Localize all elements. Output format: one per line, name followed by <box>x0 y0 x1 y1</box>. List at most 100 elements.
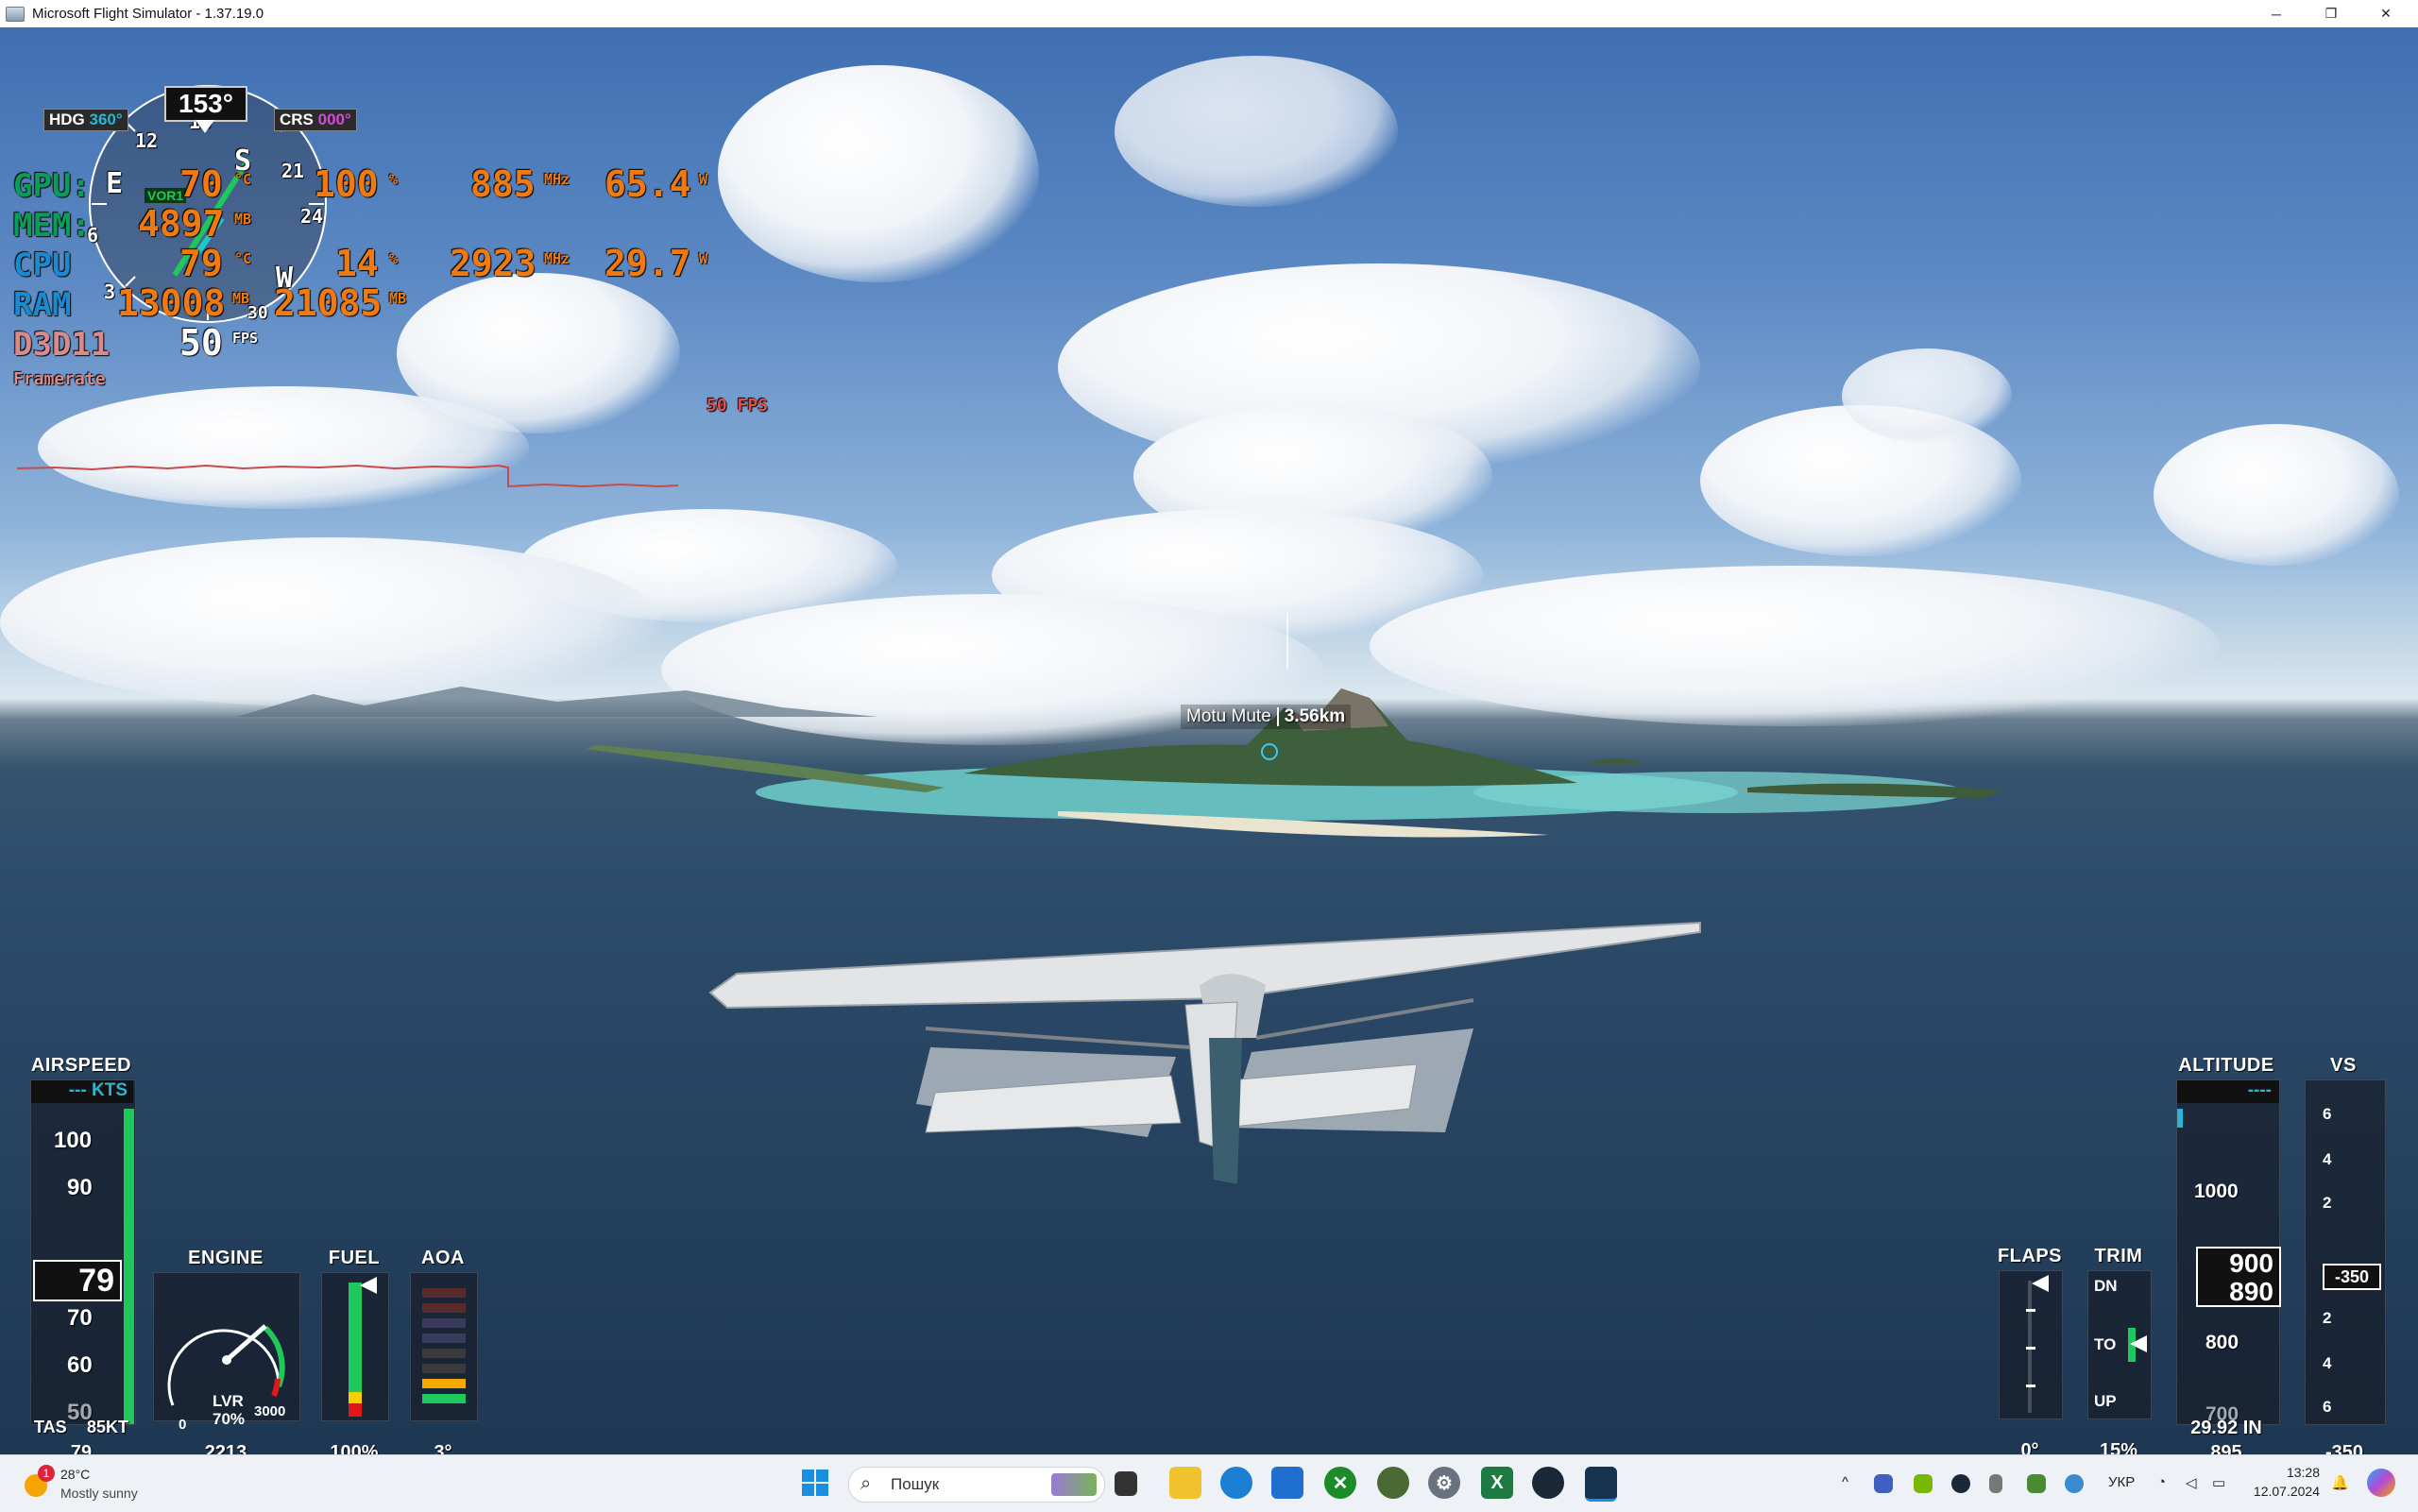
altitude-current-lo: 890 <box>2229 1277 2273 1306</box>
excel-icon[interactable]: X <box>1481 1467 1513 1499</box>
minimize-button[interactable]: ─ <box>2249 0 2304 27</box>
fuel-pointer <box>360 1277 377 1294</box>
aoa-value: 3° <box>434 1442 452 1454</box>
ram-unit: MB <box>232 290 250 307</box>
xbox-icon[interactable]: ✕ <box>1324 1467 1356 1499</box>
nvidia-icon[interactable] <box>1914 1474 1933 1493</box>
clock-time: 13:28 <box>2286 1465 2320 1480</box>
poi-pole <box>1286 613 1288 670</box>
altitude-tape: ---- 1000 800 700 900 890 <box>2176 1079 2281 1425</box>
title-bar: Microsoft Flight Simulator - 1.37.19.0 ─… <box>0 0 2418 27</box>
airspeed-bug: --- KTS <box>31 1080 133 1103</box>
fps-graph <box>17 464 678 488</box>
airspeed-value: 79 <box>70 1442 93 1454</box>
volume-icon[interactable]: ◁ <box>2186 1474 2197 1491</box>
fuel-gauge <box>321 1272 389 1421</box>
aoa-bar-green <box>422 1394 466 1403</box>
poi-distance: 3.56km <box>1284 706 1346 726</box>
ram-label: RAM <box>13 286 72 324</box>
notification-bell-icon[interactable]: 🔔 <box>2331 1474 2349 1491</box>
fuel-title: FUEL <box>328 1248 381 1268</box>
airplane <box>708 921 1701 1184</box>
store-icon[interactable] <box>1271 1467 1303 1499</box>
baro-setting: 29.92 IN <box>2190 1418 2262 1438</box>
island <box>586 688 2002 838</box>
cloud <box>1115 56 1398 207</box>
taskbar: 1 28°C Mostly sunny ⌕ Пошук ✕ ⚙ X ^ УКР … <box>0 1454 2418 1512</box>
hdg-value: 360° <box>89 110 123 128</box>
lvr-label: LVR <box>213 1392 244 1410</box>
compass-mark: E <box>106 167 124 200</box>
ram-value: 13008 <box>117 282 226 324</box>
close-button[interactable]: ✕ <box>2358 0 2413 27</box>
poi-name: Motu Mute <box>1186 706 1271 726</box>
tray-overflow-icon[interactable]: ^ <box>1842 1474 1848 1490</box>
cpu-temp: 79 <box>179 243 223 284</box>
trim-title: TRIM <box>2094 1246 2143 1266</box>
engine-title: ENGINE <box>188 1248 264 1268</box>
tas-value: 85KT <box>87 1418 129 1436</box>
tray-shield-icon[interactable] <box>2065 1474 2084 1493</box>
wifi-icon[interactable]: ◔ <box>2157 1474 2166 1490</box>
settings-gear-icon[interactable]: ⚙ <box>1428 1467 1460 1499</box>
game-app-icon[interactable] <box>1377 1467 1409 1499</box>
weather-widget[interactable]: 1 28°C Mostly sunny <box>21 1463 191 1504</box>
poi-marker[interactable]: Motu Mute 3.56km <box>1181 705 1352 729</box>
flight-simulator-icon[interactable] <box>1585 1467 1617 1502</box>
gpu-load: 100 <box>314 163 379 205</box>
language-indicator[interactable]: УКР <box>2108 1474 2135 1490</box>
clock-date: 12.07.2024 <box>2253 1484 2320 1499</box>
weather-badge: 1 <box>38 1465 55 1482</box>
ram-total: 21085 <box>274 282 383 324</box>
file-explorer-icon[interactable] <box>1169 1467 1201 1499</box>
weather-temp: 28°C <box>60 1467 91 1482</box>
steam-tray-icon[interactable] <box>1951 1474 1970 1493</box>
airspeed-tape: --- KTS 100 90 70 60 50 79 <box>30 1079 136 1425</box>
trim-dn-label: DN <box>2094 1277 2118 1295</box>
airspeed-title: AIRSPEED <box>30 1055 132 1076</box>
maximize-button[interactable]: ❐ <box>2304 0 2358 27</box>
crs-box: CRS 000° <box>274 109 357 131</box>
vs-tick-dn: 4 <box>2323 1354 2332 1372</box>
altitude-tick: 800 <box>2205 1332 2239 1353</box>
trim-value: 15% <box>2099 1440 2138 1454</box>
airspeed-current: 79 <box>33 1260 122 1301</box>
steam-icon[interactable] <box>1532 1467 1564 1499</box>
search-highlight-icon <box>1051 1473 1097 1496</box>
trim-up-label: UP <box>2094 1392 2117 1410</box>
simulator-viewport[interactable]: Motu Mute 3.56km 15 12 E 6 3 21 24 W 30 … <box>0 27 2418 1454</box>
trim-to-label: TO <box>2094 1335 2117 1353</box>
tray-game-icon[interactable] <box>2027 1474 2046 1493</box>
mem-unit: MB <box>234 211 252 228</box>
cloud <box>1842 348 2012 443</box>
airspeed-green-arc <box>124 1109 134 1424</box>
gpu-power: 65.4 <box>604 163 691 205</box>
usb-icon[interactable] <box>1989 1474 2002 1493</box>
cpu-load: 14 <box>335 243 379 284</box>
fps-graph-label: 50 FPS <box>707 396 769 416</box>
flaps-gauge <box>1999 1270 2063 1419</box>
altitude-value: 895 <box>2210 1442 2242 1454</box>
fuel-bar-red <box>349 1403 362 1417</box>
vs-tick-up: 4 <box>2323 1150 2332 1168</box>
copilot-icon[interactable] <box>2367 1469 2395 1497</box>
vs-value: -350 <box>2324 1442 2364 1454</box>
vs-title: VS <box>2330 1055 2357 1076</box>
trim-pointer <box>2130 1335 2147 1352</box>
heading-box: 153° <box>164 86 247 122</box>
cpu-clock: 2923 <box>450 243 536 284</box>
gpu-label: GPU: <box>13 167 91 205</box>
fuel-bar-green <box>349 1283 362 1392</box>
search-box[interactable]: ⌕ Пошук <box>848 1467 1105 1503</box>
engine-rpm: 2213 <box>204 1442 247 1454</box>
altitude-current-hi: 900 <box>2229 1249 2273 1278</box>
start-button[interactable] <box>799 1467 831 1499</box>
clock[interactable]: 13:28 12.07.2024 <box>2244 1463 2320 1501</box>
crs-value: 000° <box>317 110 351 128</box>
task-view-icon[interactable] <box>1115 1471 1137 1496</box>
altitude-title: ALTITUDE <box>2178 1055 2274 1076</box>
battery-icon[interactable]: ▭ <box>2212 1474 2225 1491</box>
edge-icon[interactable] <box>1220 1467 1252 1499</box>
mem-label: MEM: <box>13 207 91 245</box>
tray-app-icon[interactable] <box>1874 1474 1893 1493</box>
